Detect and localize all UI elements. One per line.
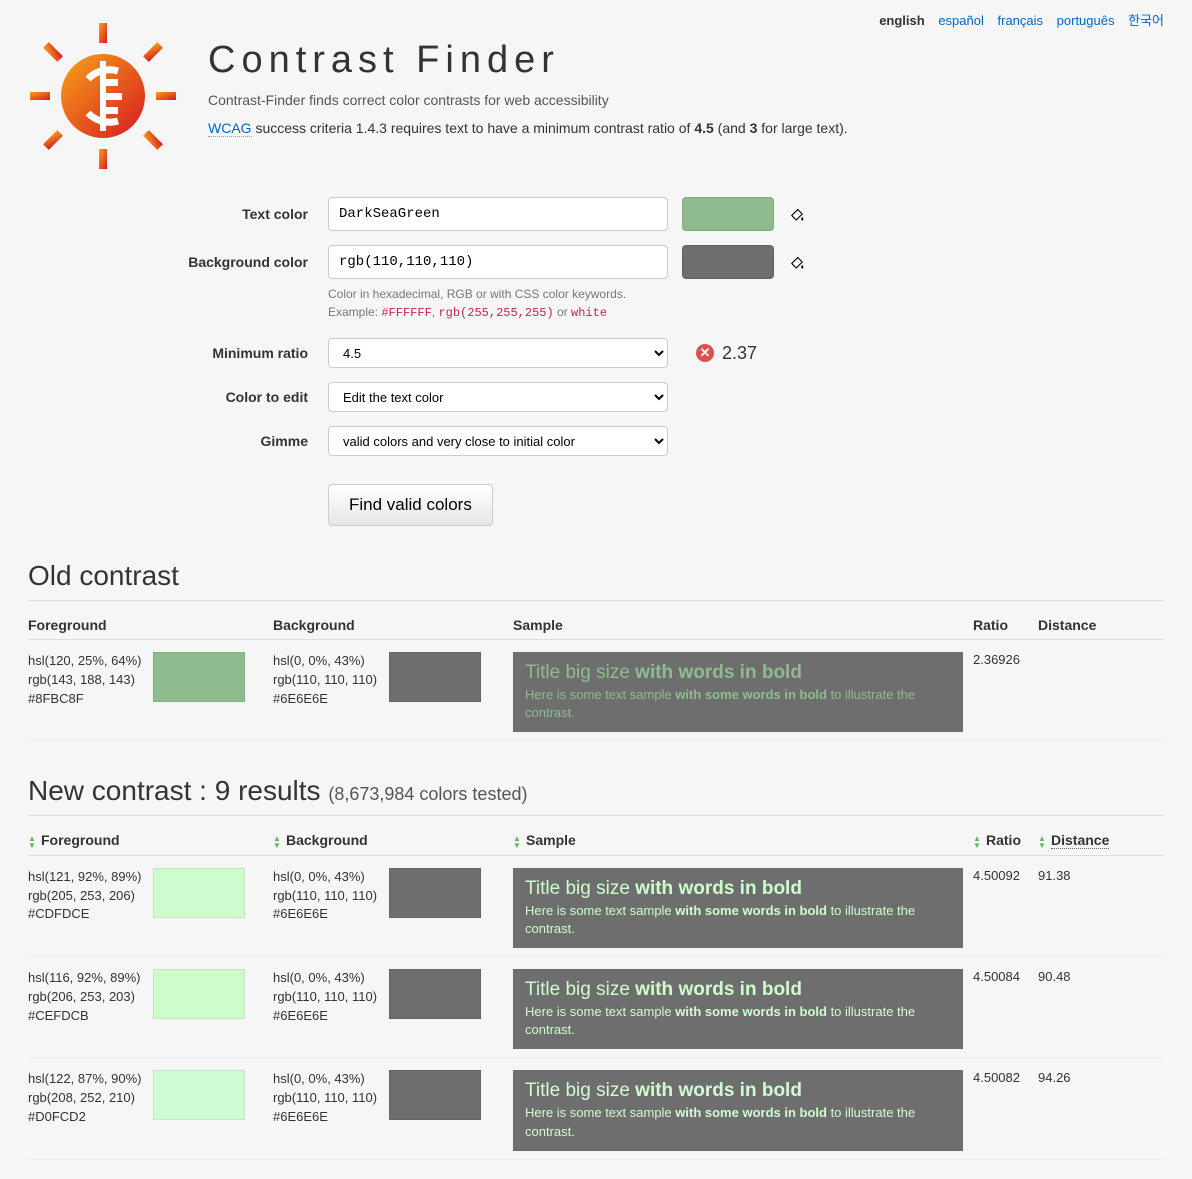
th-sample[interactable]: Sample [513,832,973,848]
text-color-swatch [682,197,774,231]
old-contrast-title: Old contrast [28,560,1164,592]
text-color-label: Text color [28,206,328,222]
form: Text color Background color Color in hex… [28,197,1164,526]
wcag-note: WCAG success criteria 1.4.3 requires tex… [208,120,848,136]
bg-swatch [389,652,481,702]
sample-box: Title big size with words in bold Here i… [513,969,963,1049]
sample-box: Title big size with words in bold Here i… [513,868,963,948]
ratio-value: 4.50092 [973,868,1038,883]
sort-icon [513,835,523,849]
table-row: hsl(120, 25%, 64%)rgb(143, 188, 143)#8FB… [28,640,1164,741]
submit-button[interactable]: Find valid colors [328,484,493,526]
th-ratio: Ratio [973,617,1038,633]
sample-box: Title big size with words in bold Here i… [513,1070,963,1150]
th-foreground: Foreground [28,617,273,633]
lang-english[interactable]: english [879,13,925,28]
lang-francais[interactable]: français [998,13,1044,28]
ratio-value: 4.50082 [973,1070,1038,1085]
page-subtitle: Contrast-Finder finds correct color cont… [208,92,848,108]
th-background[interactable]: Background [273,832,513,848]
gimme-select[interactable]: valid colors and very close to initial c… [328,426,668,456]
bg-swatch [389,868,481,918]
fg-values: hsl(121, 92%, 89%)rgb(205, 253, 206)#CDF… [28,868,141,925]
edit-select[interactable]: Edit the text color [328,382,668,412]
table-row: hsl(116, 92%, 89%)rgb(206, 253, 203)#CEF… [28,957,1164,1058]
distance-value: 91.38 [1038,868,1113,883]
table-row: hsl(121, 92%, 89%)rgb(205, 253, 206)#CDF… [28,856,1164,957]
paint-bucket-icon[interactable] [788,253,806,271]
lang-espanol[interactable]: español [938,13,984,28]
distance-value: 94.26 [1038,1070,1113,1085]
bg-values: hsl(0, 0%, 43%)rgb(110, 110, 110)#6E6E6E [273,652,377,709]
fg-values: hsl(116, 92%, 89%)rgb(206, 253, 203)#CEF… [28,969,141,1026]
bg-color-label: Background color [28,254,328,270]
old-contrast-table: Foreground Background Sample Ratio Dista… [28,611,1164,741]
fg-swatch [153,969,245,1019]
gimme-label: Gimme [28,433,328,449]
ratio-value: 4.50084 [973,969,1038,984]
table-row: hsl(122, 87%, 90%)rgb(208, 252, 210)#D0F… [28,1058,1164,1159]
sort-icon [28,835,38,849]
fg-swatch [153,868,245,918]
color-help-text: Color in hexadecimal, RGB or with CSS co… [328,285,1164,322]
fg-swatch [153,1070,245,1120]
new-contrast-title: New contrast : 9 results (8,673,984 colo… [28,775,1164,807]
bg-values: hsl(0, 0%, 43%)rgb(110, 110, 110)#6E6E6E [273,1070,377,1127]
th-distance: Distance [1038,617,1113,633]
logo-icon [28,21,178,171]
th-ratio[interactable]: Ratio [973,832,1038,848]
bg-values: hsl(0, 0%, 43%)rgb(110, 110, 110)#6E6E6E [273,969,377,1026]
distance-value: 90.48 [1038,969,1113,984]
bg-color-input[interactable] [328,245,668,279]
sort-icon [973,835,983,849]
ratio-label: Minimum ratio [28,345,328,361]
sort-icon [273,835,283,849]
ratio-result: 2.37 [722,343,757,364]
text-color-input[interactable] [328,197,668,231]
th-distance[interactable]: Distance [1038,832,1113,848]
th-foreground[interactable]: Foreground [28,832,273,848]
paint-bucket-icon[interactable] [788,205,806,223]
fail-icon: ✕ [696,344,714,362]
bg-swatch [389,969,481,1019]
ratio-select[interactable]: 4.5 [328,338,668,368]
lang-portugues[interactable]: português [1057,13,1115,28]
lang-korean[interactable]: 한국어 [1128,13,1164,28]
fg-values: hsl(120, 25%, 64%)rgb(143, 188, 143)#8FB… [28,652,141,709]
bg-swatch [389,1070,481,1120]
ratio-value: 2.36926 [973,652,1038,667]
th-sample: Sample [513,617,973,633]
fg-swatch [153,652,245,702]
edit-label: Color to edit [28,389,328,405]
wcag-link[interactable]: WCAG [208,120,252,137]
bg-values: hsl(0, 0%, 43%)rgb(110, 110, 110)#6E6E6E [273,868,377,925]
page-title: Contrast Finder [208,39,848,82]
header: Contrast Finder Contrast-Finder finds co… [28,21,1164,171]
fg-values: hsl(122, 87%, 90%)rgb(208, 252, 210)#D0F… [28,1070,141,1127]
bg-color-swatch [682,245,774,279]
sort-icon [1038,835,1048,849]
th-background: Background [273,617,513,633]
sample-box: Title big size with words in bold Here i… [513,652,963,732]
new-contrast-table: Foreground Background Sample Ratio Dista… [28,826,1164,1159]
